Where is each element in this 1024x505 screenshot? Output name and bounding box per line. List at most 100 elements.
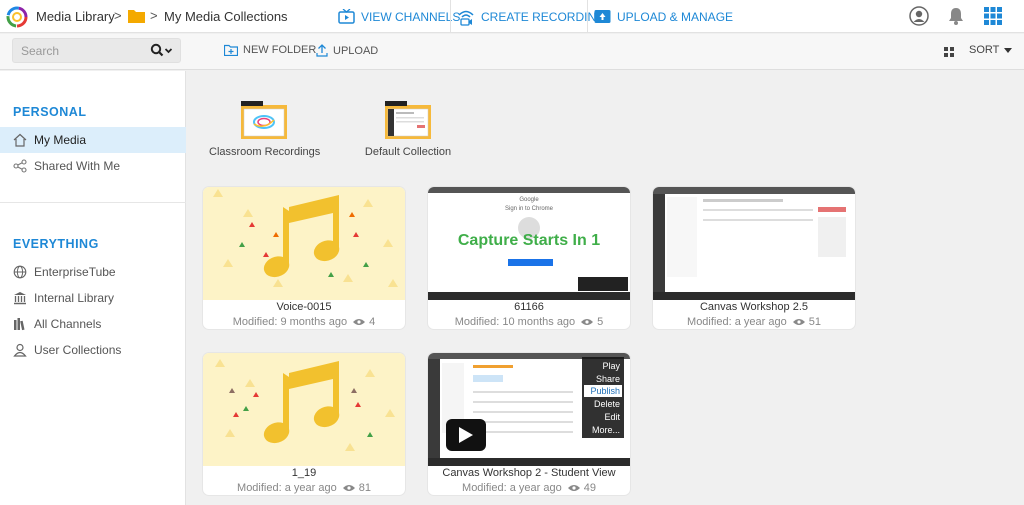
search-box: [12, 38, 181, 63]
folder-label: Default Collection: [364, 146, 452, 158]
content-line: [473, 411, 573, 413]
audio-thumbnail: [203, 353, 405, 466]
video-thumbnail: Play Share Publish Delete Edit More...: [428, 353, 630, 466]
sidebar-item-internal-library[interactable]: Internal Library: [0, 285, 186, 311]
search-icon[interactable]: [150, 43, 172, 59]
sort-label: SORT: [969, 44, 1000, 56]
sidebar-item-my-media[interactable]: My Media: [0, 127, 186, 153]
view-channels-label: VIEW CHANNELS: [361, 9, 461, 24]
media-card-canvas-workshop-2-5[interactable]: Canvas Workshop 2.5 Modified: a year ago…: [653, 187, 855, 329]
content-line: [473, 421, 573, 423]
audio-thumbnail: [203, 187, 405, 300]
modified-date: Modified: a year ago: [237, 482, 337, 494]
sidebar-item-enterprisetube[interactable]: EnterpriseTube: [0, 259, 186, 285]
media-title: 61166: [514, 301, 544, 313]
eye-icon: [581, 319, 594, 325]
view-count: 4: [369, 316, 376, 328]
folder-icon: [385, 101, 431, 139]
music-note-icon: [215, 359, 395, 451]
sidebar: PERSONAL My Media Shared With Me EVERYTH…: [0, 71, 186, 505]
media-library-logo[interactable]: [6, 6, 28, 28]
media-meta: Modified: a year ago 49: [428, 482, 630, 494]
breadcrumb-current: My Media Collections: [164, 9, 288, 24]
upload-manage-icon: [594, 10, 611, 23]
upload-manage-link[interactable]: UPLOAD & MANAGE: [594, 0, 733, 33]
play-button[interactable]: [446, 419, 486, 451]
play-icon: [459, 427, 473, 443]
capture-thumbnail: Google Sign in to Chrome Capture Starts …: [428, 187, 630, 300]
thumb-subheader: Sign in to Chrome: [504, 206, 554, 212]
content-line: [473, 391, 573, 393]
media-card-voice-0015[interactable]: Voice-0015 Modified: 9 months ago 4: [203, 187, 405, 329]
user-icon: [13, 343, 27, 357]
taskbar: [653, 292, 855, 300]
bell-icon[interactable]: [946, 6, 966, 26]
sort-dropdown[interactable]: SORT: [969, 44, 1013, 56]
user-profile-icon[interactable]: [909, 6, 929, 26]
media-meta: Modified: a year ago 81: [203, 482, 405, 494]
globe-icon: [13, 265, 27, 279]
folder-icon: [128, 10, 145, 23]
grid-view-icon[interactable]: [944, 47, 954, 57]
modified-date: Modified: 9 months ago: [232, 316, 348, 328]
sidebar-item-shared-with-me[interactable]: Shared With Me: [0, 153, 186, 179]
content-line: [473, 401, 573, 403]
content-block: [473, 375, 503, 382]
context-menu: Play Share Publish Delete Edit More...: [582, 357, 624, 438]
context-menu-more[interactable]: More...: [582, 423, 624, 436]
sidebar-item-label: My Media: [34, 133, 87, 147]
context-menu-play[interactable]: Play: [582, 359, 624, 372]
media-meta: Modified: 10 months ago 5: [428, 316, 630, 328]
eye-icon: [792, 319, 805, 325]
modified-date: Modified: a year ago: [462, 482, 562, 494]
breadcrumb-root[interactable]: Media Library: [36, 9, 115, 24]
sidebar-item-label: All Channels: [34, 317, 102, 331]
folder-default-collection[interactable]: Default Collection: [353, 98, 463, 158]
media-card-1-19[interactable]: 1_19 Modified: a year ago 81: [203, 353, 405, 495]
broadcast-icon: [458, 10, 474, 26]
sidebar-item-user-collections[interactable]: User Collections: [0, 337, 186, 363]
screen-thumbnail: [653, 187, 855, 300]
upload-button[interactable]: UPLOAD: [316, 44, 378, 57]
sidebar-item-label: Shared With Me: [34, 159, 121, 173]
context-menu-delete[interactable]: Delete: [582, 397, 624, 410]
eye-icon: [567, 485, 580, 491]
sidebar-divider: [0, 202, 186, 203]
new-folder-label: NEW FOLDER: [243, 44, 317, 56]
context-menu-publish[interactable]: Publish: [584, 385, 622, 397]
library-icon: [14, 292, 26, 305]
context-menu-share[interactable]: Share: [582, 372, 624, 385]
apps-grid-icon[interactable]: [983, 6, 1003, 26]
sidebar-item-label: User Collections: [34, 343, 122, 357]
tv-icon: [338, 9, 355, 24]
media-card-canvas-workshop-2-student-view[interactable]: Play Share Publish Delete Edit More... C…: [428, 353, 630, 495]
media-title: Canvas Workshop 2 - Student View: [442, 467, 616, 479]
folder-classroom-recordings[interactable]: Classroom Recordings: [209, 98, 321, 158]
action-button: [818, 207, 846, 212]
folder-icon: [241, 101, 287, 139]
search-input[interactable]: [21, 42, 151, 60]
folder-label: Classroom Recordings: [209, 146, 321, 158]
view-count: 81: [358, 482, 371, 494]
view-channels-link[interactable]: VIEW CHANNELS: [338, 0, 460, 33]
top-bar: Media Library > > My Media Collections V…: [0, 0, 1024, 33]
context-menu-edit[interactable]: Edit: [582, 410, 624, 423]
sidebar-item-all-channels[interactable]: All Channels: [0, 311, 186, 337]
caret-down-icon: [1004, 47, 1013, 53]
browser-bar: [428, 187, 630, 193]
media-meta: Modified: a year ago 51: [653, 316, 855, 328]
breadcrumb-separator: >: [114, 8, 122, 23]
notification-toast: [578, 277, 628, 291]
content-line: [703, 219, 813, 221]
create-recording-link[interactable]: CREATE RECORDING: [457, 0, 605, 33]
nav-divider: [587, 0, 588, 33]
canvas-subnav: [667, 197, 697, 277]
media-title: Canvas Workshop 2.5: [699, 301, 809, 313]
media-card-61166[interactable]: Google Sign in to Chrome Capture Starts …: [428, 187, 630, 329]
countdown-text: Capture Starts In 1: [457, 232, 601, 249]
media-meta: Modified: 9 months ago 4: [203, 316, 405, 328]
media-title: Voice-0015: [276, 301, 332, 313]
new-folder-button[interactable]: NEW FOLDER: [224, 44, 316, 56]
share-icon: [13, 159, 27, 173]
progress-bar: [508, 259, 553, 266]
